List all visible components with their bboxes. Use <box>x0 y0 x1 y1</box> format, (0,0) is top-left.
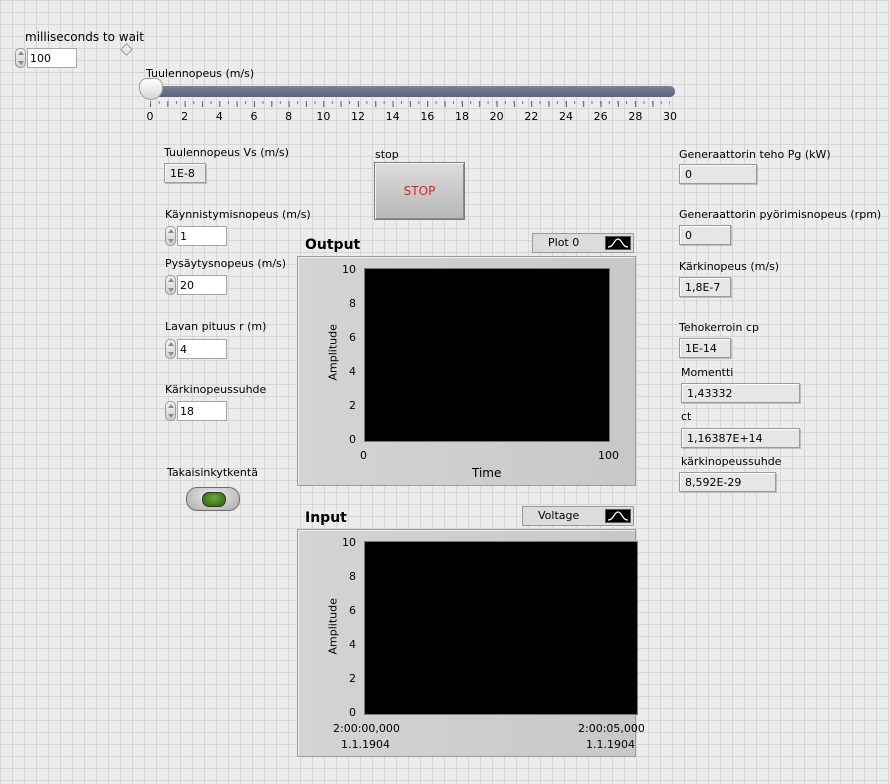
output-ylabel: Amplitude <box>326 324 340 381</box>
input-plot-area[interactable] <box>364 541 638 715</box>
ct-label: ct <box>681 410 692 423</box>
generator-power-label: Generaattorin teho Pg (kW) <box>679 148 831 161</box>
blade-length-control[interactable] <box>165 339 229 359</box>
output-graph-title: Output <box>305 237 361 253</box>
slider-tick-label: 24 <box>559 110 573 123</box>
input-xtick-start-date: 1.1.1904 <box>341 738 390 751</box>
wind-speed-vs-indicator: 1E-8 <box>164 163 206 183</box>
tip-speed-ratio-label: Kärkinopeussuhde <box>165 383 267 396</box>
output-plot-legend[interactable]: Plot 0 <box>532 233 634 253</box>
power-coefficient-label: Tehokerroin cp <box>679 321 759 334</box>
input-ytick: 6 <box>349 604 356 617</box>
moment-label: Momentti <box>681 366 734 379</box>
ct-indicator: 1,16387E+14 <box>681 428 800 448</box>
slider-tick-label: 2 <box>181 110 189 123</box>
slider-tick-label: 0 <box>146 110 154 123</box>
slider-tick-label: 26 <box>593 110 608 123</box>
input-xtick-start-time: 2:00:00,000 <box>333 722 400 735</box>
output-xtick: 0 <box>360 449 367 462</box>
stop-speed-spinner[interactable] <box>165 275 176 295</box>
slider-tick-label: 16 <box>420 110 435 123</box>
input-ytick: 2 <box>349 672 356 685</box>
output-ytick: 0 <box>349 433 356 446</box>
stop-speed-input[interactable] <box>177 275 227 295</box>
blade-length-input[interactable] <box>177 339 227 359</box>
slider-tick-label: 18 <box>455 110 469 123</box>
output-legend-label: Plot 0 <box>548 236 580 249</box>
input-legend-line-icon <box>605 509 631 523</box>
moment-indicator: 1,43332 <box>681 383 800 403</box>
slider-tick-label: 28 <box>628 110 643 123</box>
wait-input[interactable] <box>27 48 77 68</box>
input-ytick: 4 <box>349 638 356 651</box>
slider-tick-label: 4 <box>215 110 223 123</box>
tip-speed-ratio-input[interactable] <box>177 401 227 421</box>
slider-tick-label: 8 <box>285 110 293 123</box>
input-plot-legend[interactable]: Voltage <box>522 506 634 526</box>
output-ytick: 2 <box>349 399 356 412</box>
generator-rpm-label: Generaattorin pyörimisnopeus (rpm) <box>679 208 882 221</box>
output-ytick: 8 <box>349 297 356 310</box>
output-legend-line-icon <box>605 236 631 250</box>
slider-minor-tick-ruler <box>150 101 670 104</box>
input-xtick-end-date: 1.1.1904 <box>586 738 635 751</box>
tip-speed-indicator: 1,8E-7 <box>679 277 731 297</box>
input-ylabel: Amplitude <box>326 598 340 655</box>
stop-button-label: STOP <box>403 184 436 198</box>
input-graph-title: Input <box>305 510 347 526</box>
slider-tick-label: 12 <box>351 110 365 123</box>
feedback-label: Takaisinkytkentä <box>167 466 258 479</box>
output-xlabel: Time <box>472 466 502 480</box>
stop-label: stop <box>375 148 399 161</box>
slider-tick-label: 30 <box>663 110 677 123</box>
power-coefficient-indicator: 1E-14 <box>679 338 731 358</box>
output-ytick: 10 <box>342 263 356 276</box>
wait-connector-icon <box>120 43 133 56</box>
tip-speed-ratio-control[interactable] <box>165 401 229 421</box>
start-speed-spinner[interactable] <box>165 226 176 246</box>
slider-tick-label: 10 <box>316 110 331 123</box>
tip-speed-ratio-spinner[interactable] <box>165 401 176 421</box>
slider-label: Tuulennopeus (m/s) <box>146 67 255 80</box>
tip-speed-ratio-out-label: kärkinopeussuhde <box>681 455 782 468</box>
blade-length-spinner[interactable] <box>165 339 176 359</box>
input-ytick: 10 <box>342 536 356 549</box>
slider-tick-label: 22 <box>524 110 539 123</box>
input-legend-label: Voltage <box>538 509 580 522</box>
tip-speed-ratio-out-indicator: 8,592E-29 <box>679 472 776 492</box>
stop-speed-label: Pysäytysnopeus (m/s) <box>165 257 287 270</box>
start-speed-label: Käynnistymisnopeus (m/s) <box>165 208 311 221</box>
generator-power-indicator: 0 <box>679 164 757 184</box>
wind-speed-vs-label: Tuulennopeus Vs (m/s) <box>164 146 289 159</box>
tip-speed-label: Kärkinopeus (m/s) <box>679 260 780 273</box>
generator-rpm-indicator: 0 <box>679 225 731 245</box>
stop-button[interactable]: STOP <box>374 162 465 220</box>
input-xtick-end-time: 2:00:05,000 <box>578 722 645 735</box>
wait-control[interactable] <box>15 48 77 68</box>
slider-tick-label: 20 <box>489 110 504 123</box>
slider-tick-label: 14 <box>385 110 400 123</box>
slider-tick-label: 6 <box>250 110 258 123</box>
wind-speed-slider-track[interactable] <box>147 86 675 97</box>
feedback-led-icon <box>202 492 226 507</box>
blade-length-label: Lavan pituus r (m) <box>165 320 267 333</box>
output-plot-area[interactable] <box>364 268 610 442</box>
output-ytick: 4 <box>349 365 356 378</box>
input-ytick: 0 <box>349 706 356 719</box>
start-speed-input[interactable] <box>177 226 227 246</box>
output-xtick: 100 <box>598 449 619 462</box>
feedback-toggle-button[interactable] <box>186 487 240 511</box>
input-ytick: 8 <box>349 570 356 583</box>
wait-spinner[interactable] <box>15 48 26 68</box>
output-ytick: 6 <box>349 331 356 344</box>
start-speed-control[interactable] <box>165 226 229 246</box>
stop-speed-control[interactable] <box>165 275 229 295</box>
